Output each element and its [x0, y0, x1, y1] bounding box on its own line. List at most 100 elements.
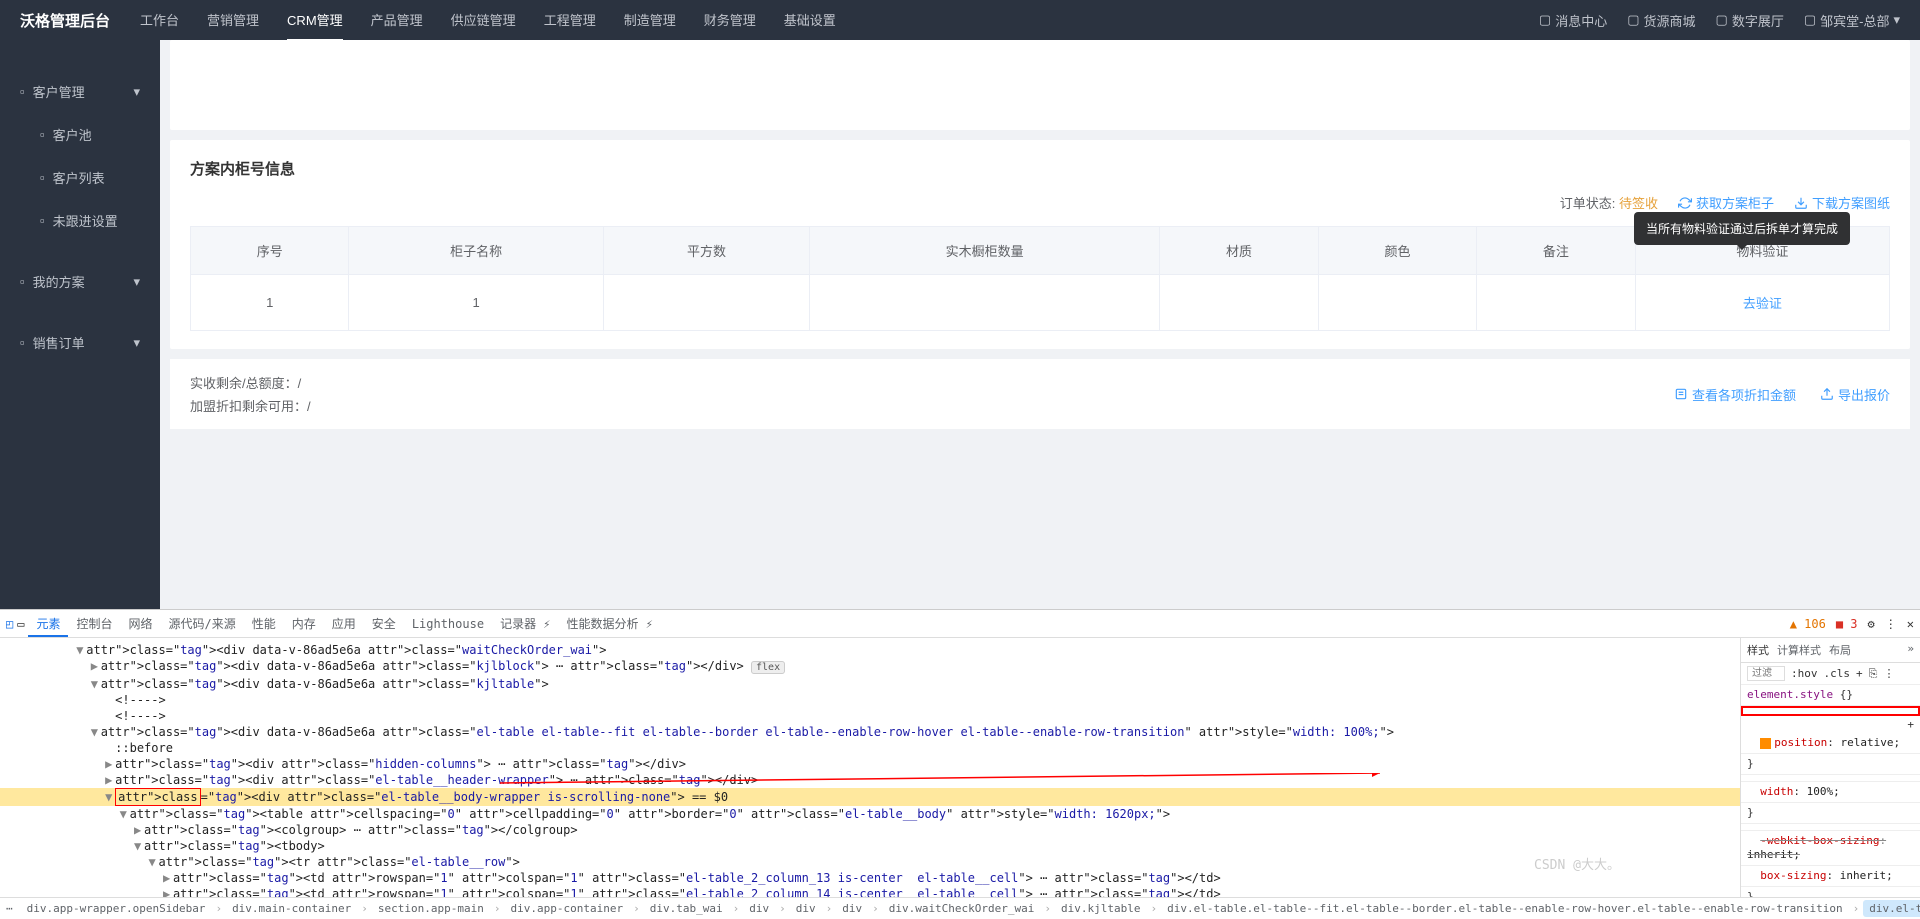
dom-line[interactable]: ▶attr">class="tag"><div attr">class="el-…: [0, 772, 1740, 788]
nav-right-bell[interactable]: ▢消息中心: [1539, 11, 1607, 30]
css-rule[interactable]: </span><span class="sel">.el-table__body…: [1741, 775, 1920, 782]
dom-line[interactable]: ▼attr">class="tag"><tr attr">class="el-t…: [0, 854, 1740, 870]
sidebar-item-2[interactable]: ▫客户列表: [0, 156, 160, 199]
devtools-tab-8[interactable]: Lighthouse: [404, 613, 492, 635]
dom-line[interactable]: ▶attr">class="tag"><colgroup> ⋯ attr">cl…: [0, 822, 1740, 838]
dom-line[interactable]: ▶attr">class="tag"><div attr">class="hid…: [0, 756, 1740, 772]
cell-verify: 去验证: [1635, 275, 1889, 331]
hov-toggle[interactable]: :hov: [1791, 667, 1818, 680]
devtools-tab-1[interactable]: 控制台: [68, 613, 120, 635]
sidebar-item-3[interactable]: ▫未跟进设置: [0, 199, 160, 242]
expand-icon[interactable]: »: [1907, 642, 1914, 658]
dom-line[interactable]: ▼attr">class="tag"><tbody>: [0, 838, 1740, 854]
dom-line[interactable]: ▶attr">class="tag"><div data-v-86ad5e6a …: [0, 658, 1740, 676]
dom-line[interactable]: <!---->: [0, 692, 1740, 708]
dom-line[interactable]: ▶attr">class="tag"><td attr">rowspan="1"…: [0, 886, 1740, 897]
cls-toggle[interactable]: .cls: [1824, 667, 1851, 680]
devtools-tab-2[interactable]: 网络: [121, 613, 161, 635]
dom-line[interactable]: ▼attr">class="tag"><table attr">cellspac…: [0, 806, 1740, 822]
inspect-icon[interactable]: ◰: [6, 617, 13, 631]
css-rule[interactable]: box-sizing: inherit;: [1741, 866, 1920, 887]
breadcrumb-item[interactable]: div.kjltable: [1055, 900, 1146, 917]
dom-tree[interactable]: CSDN @大大。 ▼attr">class="tag"><div data-v…: [0, 638, 1740, 897]
view-discounts-link[interactable]: 查看各项折扣金额: [1674, 385, 1796, 404]
css-rule[interactable]: width: 100%;: [1741, 782, 1920, 803]
style-tab-0[interactable]: 样式: [1747, 642, 1769, 658]
devtools-tab-3[interactable]: 源代码/来源: [161, 613, 244, 635]
nav-item-7[interactable]: 财务管理: [704, 0, 756, 41]
dom-line[interactable]: ▼attr">class="tag"><div attr">class="el-…: [0, 788, 1740, 806]
nav-item-3[interactable]: 产品管理: [371, 0, 423, 41]
breadcrumb[interactable]: ⋯ div.app-wrapper.openSidebar›div.main-c…: [0, 897, 1920, 919]
add-rule-icon[interactable]: +: [1856, 667, 1863, 680]
css-rule[interactable]: }: [1741, 803, 1920, 824]
pool-icon: ▫: [40, 127, 45, 142]
nav-item-4[interactable]: 供应链管理: [451, 0, 516, 41]
sidebar-item-0[interactable]: ▫客户管理▾: [0, 70, 160, 113]
nav-item-6[interactable]: 制造管理: [624, 0, 676, 41]
dom-line[interactable]: ▼attr">class="tag"><div data-v-86ad5e6a …: [0, 724, 1740, 740]
pin-icon[interactable]: ⎘: [1869, 667, 1878, 681]
css-rule[interactable]: element.style {}: [1741, 685, 1920, 706]
more-style-icon[interactable]: ⋮: [1883, 667, 1894, 680]
dom-line[interactable]: <!---->: [0, 708, 1740, 724]
dom-line[interactable]: ▼attr">class="tag"><div data-v-86ad5e6a …: [0, 676, 1740, 692]
dom-line[interactable]: ::before: [0, 740, 1740, 756]
sidebar-item-4[interactable]: ▫我的方案▾: [0, 260, 160, 303]
device-icon[interactable]: ▭: [17, 617, 24, 631]
settings-icon[interactable]: ⚙: [1868, 617, 1875, 631]
fetch-cabinet-link[interactable]: 获取方案柜子: [1678, 193, 1774, 212]
breadcrumb-item[interactable]: div.el-table.el-table--fit.el-table--bor…: [1161, 900, 1849, 917]
breadcrumb-item[interactable]: div: [836, 900, 868, 917]
sidebar-item-1[interactable]: ▫客户池: [0, 113, 160, 156]
nav-item-0[interactable]: 工作台: [140, 0, 179, 41]
css-rule[interactable]: position: relative;: [1741, 733, 1920, 754]
export-icon: [1820, 387, 1834, 401]
devtools: ◰ ▭ 元素控制台网络源代码/来源性能内存应用安全Lighthouse记录器 ⚡…: [0, 609, 1920, 919]
breadcrumb-item[interactable]: div.main-container: [226, 900, 357, 917]
nav-item-8[interactable]: 基础设置: [784, 0, 836, 41]
devtools-tab-7[interactable]: 安全: [364, 613, 404, 635]
css-rule[interactable]: }: [1741, 754, 1920, 775]
nav-right-user[interactable]: ▢邹宾堂-总部 ▾: [1804, 11, 1900, 30]
dom-line[interactable]: ▼attr">class="tag"><div data-v-86ad5e6a …: [0, 642, 1740, 658]
style-tab-2[interactable]: 布局: [1829, 642, 1851, 658]
devtools-tab-0[interactable]: 元素: [28, 613, 68, 637]
breadcrumb-item[interactable]: div: [790, 900, 822, 917]
breadcrumb-item[interactable]: div.waitCheckOrder_wai: [883, 900, 1041, 917]
breadcrumb-item[interactable]: div.el-table__body-wrapper.is-scrolling-…: [1863, 900, 1920, 917]
breadcrumb-item[interactable]: div.app-container: [505, 900, 630, 917]
nav-item-5[interactable]: 工程管理: [544, 0, 596, 41]
close-icon[interactable]: ✕: [1907, 617, 1914, 631]
export-quote-link[interactable]: 导出报价: [1820, 385, 1890, 404]
devtools-tab-5[interactable]: 内存: [284, 613, 324, 635]
warning-count[interactable]: ▲ 106: [1790, 617, 1826, 631]
download-drawing-link[interactable]: 下载方案图纸: [1794, 193, 1890, 212]
nav-right-box[interactable]: ▢货源商城: [1627, 11, 1695, 30]
verify-link[interactable]: 去验证: [1644, 293, 1881, 312]
nav-item-1[interactable]: 营销管理: [207, 0, 259, 41]
css-rule[interactable]: </span><span class="sel">*, *:before, *:…: [1741, 824, 1920, 831]
css-rule[interactable]: -webkit-box-sizing: inherit;: [1741, 831, 1920, 866]
style-tab-1[interactable]: 计算样式: [1777, 642, 1821, 658]
nav-right-screen[interactable]: ▢数字展厅: [1716, 11, 1784, 30]
devtools-tab-10[interactable]: 性能数据分析 ⚡: [559, 613, 661, 635]
css-rule[interactable]: </span><span class="sel">.el-table__body…: [1741, 706, 1920, 716]
breadcrumb-item[interactable]: section.app-main: [372, 900, 490, 917]
dom-line[interactable]: ▶attr">class="tag"><td attr">rowspan="1"…: [0, 870, 1740, 886]
table-header: 实木橱柜数量: [810, 227, 1160, 275]
sidebar-item-5[interactable]: ▫销售订单▾: [0, 321, 160, 364]
nav-item-2[interactable]: CRM管理: [287, 0, 343, 41]
devtools-tab-4[interactable]: 性能: [244, 613, 284, 635]
devtools-tab-9[interactable]: 记录器 ⚡: [492, 613, 558, 635]
breadcrumb-item[interactable]: div.tab_wai: [644, 900, 729, 917]
download-icon: [1794, 196, 1808, 210]
more-icon[interactable]: ⋮: [1885, 617, 1897, 631]
styles-panel: 样式计算样式布局 » :hov .cls + ⎘ ⋮ element.style …: [1740, 638, 1920, 897]
breadcrumb-item[interactable]: div.app-wrapper.openSidebar: [21, 900, 212, 917]
error-count[interactable]: ■ 3: [1836, 617, 1858, 631]
breadcrumb-item[interactable]: div: [743, 900, 775, 917]
css-rule[interactable]: }: [1741, 887, 1920, 897]
styles-filter-input[interactable]: [1747, 666, 1785, 681]
devtools-tab-6[interactable]: 应用: [324, 613, 364, 635]
